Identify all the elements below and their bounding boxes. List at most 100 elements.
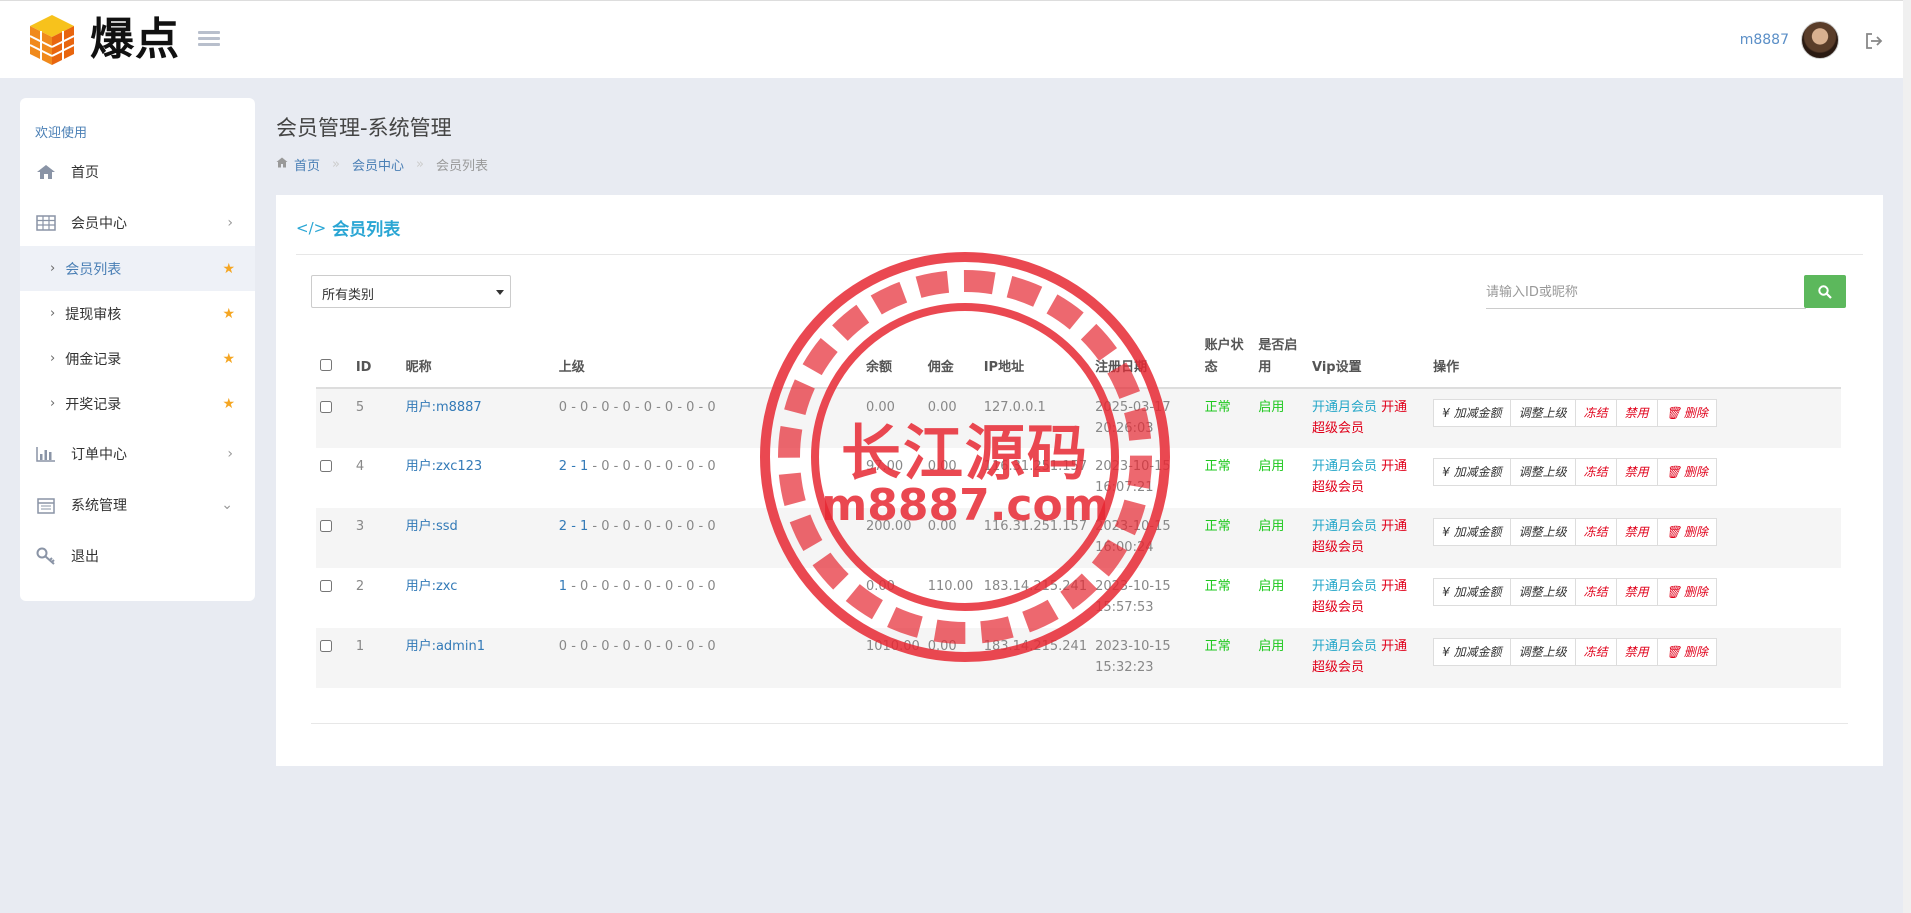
cell-enabled[interactable]: 启用 <box>1258 519 1284 534</box>
delete-button[interactable]: 🗑 删除 <box>1656 638 1717 666</box>
vip-super-open-link[interactable]: 开通 <box>1381 400 1407 415</box>
delete-button[interactable]: 🗑 删除 <box>1656 399 1717 427</box>
delete-button[interactable]: 🗑 删除 <box>1656 578 1717 606</box>
cell-enabled[interactable]: 启用 <box>1258 639 1284 654</box>
star-icon[interactable]: ★ <box>222 306 235 322</box>
list-icon[interactable] <box>198 31 220 49</box>
page-scrollbar[interactable] <box>1903 0 1911 913</box>
sidebar-item-logout[interactable]: 退出 <box>20 533 255 579</box>
vip-super-link[interactable]: 超级会员 <box>1312 480 1364 495</box>
row-checkbox[interactable] <box>320 460 332 472</box>
cell-commission: 0.00 <box>923 508 980 568</box>
row-checkbox[interactable] <box>320 520 332 532</box>
adjust-parent-button[interactable]: 调整上级 <box>1509 578 1576 606</box>
disable-button[interactable]: 禁用 <box>1615 399 1658 427</box>
col-header-reg-date[interactable]: 注册日期 <box>1091 329 1201 389</box>
sidebar-item-home[interactable]: 首页 <box>20 149 255 195</box>
category-select[interactable]: 所有类别 <box>311 275 511 308</box>
cell-enabled[interactable]: 启用 <box>1258 400 1284 415</box>
star-icon[interactable]: ★ <box>222 261 235 277</box>
freeze-button[interactable]: 冻结 <box>1574 458 1617 486</box>
sidebar-subitem-withdraw-review[interactable]: › 提现审核 ★ <box>20 291 255 336</box>
delete-button[interactable]: 🗑 删除 <box>1656 518 1717 546</box>
adjust-parent-button[interactable]: 调整上级 <box>1509 399 1576 427</box>
user-info[interactable]: m8887 <box>1740 21 1839 59</box>
vip-super-open-link[interactable]: 开通 <box>1381 639 1407 654</box>
vip-month-link[interactable]: 开通月会员 <box>1312 519 1377 534</box>
row-checkbox[interactable] <box>320 401 332 413</box>
freeze-button[interactable]: 冻结 <box>1574 518 1617 546</box>
vip-super-open-link[interactable]: 开通 <box>1381 459 1407 474</box>
freeze-button[interactable]: 冻结 <box>1574 638 1617 666</box>
sidebar-item-member-center[interactable]: 会员中心 › <box>20 200 255 246</box>
search-input[interactable] <box>1486 276 1806 309</box>
col-header-id[interactable]: ID <box>351 329 402 389</box>
vip-super-open-link[interactable]: 开通 <box>1381 519 1407 534</box>
cell-parent-link[interactable]: 2 - 1 <box>559 459 589 474</box>
disable-button[interactable]: 禁用 <box>1615 578 1658 606</box>
adjust-balance-button[interactable]: ¥ 加减金额 <box>1433 518 1511 546</box>
row-checkbox[interactable] <box>320 580 332 592</box>
freeze-button[interactable]: 冻结 <box>1574 399 1617 427</box>
star-icon[interactable]: ★ <box>222 396 235 412</box>
adjust-balance-button[interactable]: ¥ 加减金额 <box>1433 399 1511 427</box>
breadcrumb-home[interactable]: 首页 <box>294 155 320 174</box>
vip-month-link[interactable]: 开通月会员 <box>1312 579 1377 594</box>
disable-button[interactable]: 禁用 <box>1615 518 1658 546</box>
delete-button[interactable]: 🗑 删除 <box>1656 458 1717 486</box>
cell-nickname[interactable]: 用户:ssd <box>406 519 458 534</box>
disable-button[interactable]: 禁用 <box>1615 638 1658 666</box>
star-icon[interactable]: ★ <box>222 351 235 367</box>
col-header-parent[interactable]: 上级 <box>554 329 862 389</box>
sidebar-item-system-management[interactable]: 系统管理 ⌄ <box>20 482 255 528</box>
logout-icon[interactable] <box>1865 33 1883 49</box>
avatar[interactable] <box>1801 21 1839 59</box>
cell-nickname[interactable]: 用户:zxc123 <box>406 459 483 474</box>
sidebar: 欢迎使用 首页 会员中心 › › 会员列表 ★ › 提现审核 ★ › 佣金记录 … <box>20 98 255 601</box>
vip-super-open-link[interactable]: 开通 <box>1381 579 1407 594</box>
chevron-right-icon: › <box>50 396 56 411</box>
col-header-balance[interactable]: 余额 <box>861 329 924 389</box>
sidebar-subitem-commission-records[interactable]: › 佣金记录 ★ <box>20 336 255 381</box>
vip-month-link[interactable]: 开通月会员 <box>1312 400 1377 415</box>
adjust-balance-button[interactable]: ¥ 加减金额 <box>1433 458 1511 486</box>
sidebar-item-order-center[interactable]: 订单中心 › <box>20 431 255 477</box>
col-header-commission[interactable]: 佣金 <box>923 329 980 389</box>
cell-parent-link[interactable]: 2 - 1 <box>559 519 589 534</box>
cell-enabled[interactable]: 启用 <box>1258 459 1284 474</box>
adjust-balance-button[interactable]: ¥ 加减金额 <box>1433 638 1511 666</box>
vip-super-link[interactable]: 超级会员 <box>1312 660 1364 675</box>
adjust-parent-button[interactable]: 调整上级 <box>1509 638 1576 666</box>
username[interactable]: m8887 <box>1740 32 1789 48</box>
col-header-status[interactable]: 账户状态 <box>1200 329 1255 389</box>
sidebar-subitem-member-list[interactable]: › 会员列表 ★ <box>20 246 255 291</box>
app-logo[interactable]: 爆点 <box>28 13 180 67</box>
cell-enabled[interactable]: 启用 <box>1258 579 1284 594</box>
cell-nickname[interactable]: 用户:zxc <box>406 579 458 594</box>
freeze-button[interactable]: 冻结 <box>1574 578 1617 606</box>
adjust-parent-button[interactable]: 调整上级 <box>1509 458 1576 486</box>
cell-nickname[interactable]: 用户:admin1 <box>406 639 485 654</box>
col-header-ip[interactable]: IP地址 <box>979 329 1092 389</box>
breadcrumb-member-center[interactable]: 会员中心 <box>352 155 404 174</box>
col-header-nickname[interactable]: 昵称 <box>401 329 555 389</box>
category-select-value: 所有类别 <box>322 288 375 303</box>
search-button[interactable] <box>1804 275 1846 308</box>
table-row: 4 用户:zxc123 2 - 1 - 0 - 0 - 0 - 0 - 0 - 0 9… <box>316 448 1841 508</box>
col-header-vip[interactable]: Vip设置 <box>1308 329 1430 389</box>
vip-super-link[interactable]: 超级会员 <box>1312 540 1364 555</box>
sidebar-subitem-lottery-records[interactable]: › 开奖记录 ★ <box>20 381 255 426</box>
cell-id: 5 <box>351 388 402 448</box>
adjust-parent-button[interactable]: 调整上级 <box>1509 518 1576 546</box>
cell-nickname[interactable]: 用户:m8887 <box>406 400 482 415</box>
adjust-balance-button[interactable]: ¥ 加减金额 <box>1433 578 1511 606</box>
col-header-enabled[interactable]: 是否启用 <box>1254 329 1309 389</box>
vip-month-link[interactable]: 开通月会员 <box>1312 459 1377 474</box>
vip-super-link[interactable]: 超级会员 <box>1312 421 1364 436</box>
cell-parent-link[interactable]: 1 <box>559 579 567 594</box>
vip-month-link[interactable]: 开通月会员 <box>1312 639 1377 654</box>
vip-super-link[interactable]: 超级会员 <box>1312 600 1364 615</box>
select-all-checkbox[interactable] <box>320 359 332 371</box>
row-checkbox[interactable] <box>320 640 332 652</box>
disable-button[interactable]: 禁用 <box>1615 458 1658 486</box>
